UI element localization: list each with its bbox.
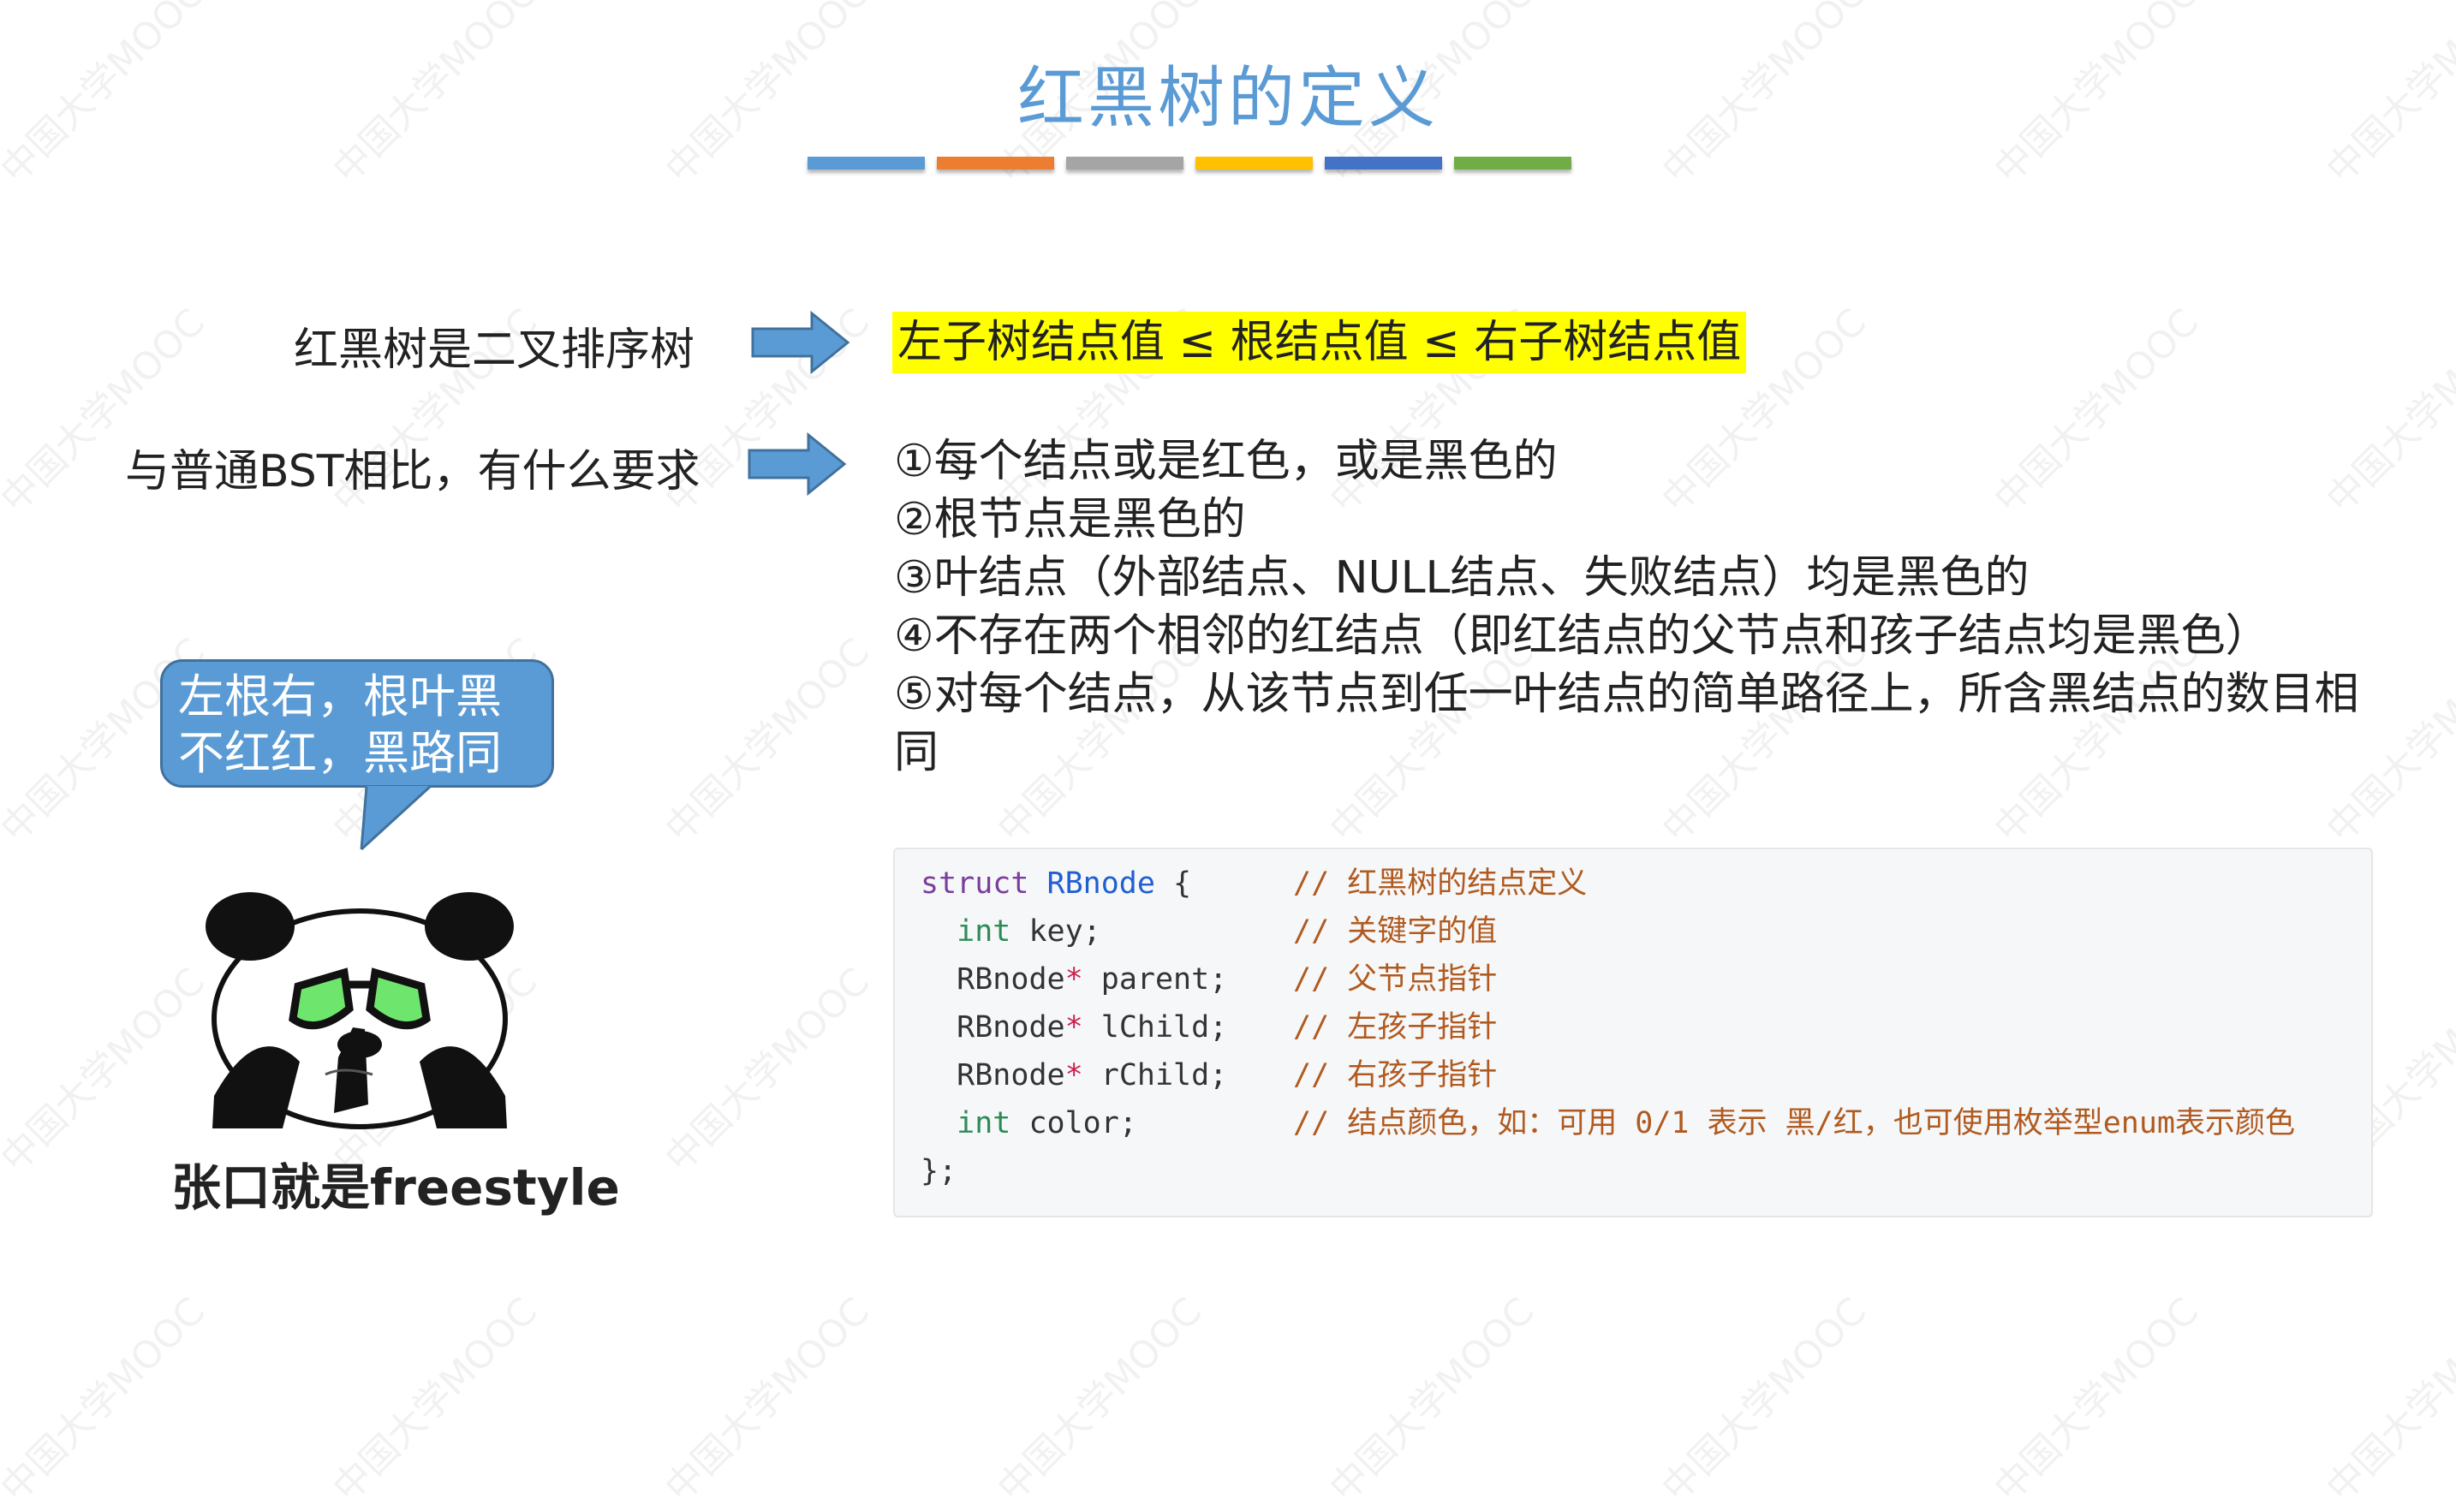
bst-label: 红黑树是二叉排序树 bbox=[294, 324, 695, 376]
bubble-tail bbox=[360, 786, 432, 851]
panda-meme-image bbox=[206, 892, 514, 1129]
watermark-text: 中国大学MOOC bbox=[1321, 1289, 1543, 1511]
code-identifier: key; bbox=[1010, 914, 1101, 949]
code-line: int color; // 结点颜色，如：可用 0/1 表示 黑/红，也可使用枚举… bbox=[921, 1099, 2346, 1147]
code-identifier: color; bbox=[1010, 1106, 1137, 1140]
code-identifier: parent; bbox=[1082, 962, 1228, 997]
requirements-label: 与普通BST相比，有什么要求 bbox=[125, 446, 700, 497]
rule-item: ④不存在两个相邻的红结点（即红结点的父节点和孩子结点均是黑色） bbox=[894, 610, 2270, 662]
rule-item: ③叶结点（外部结点、NULL结点、失败结点）均是黑色的 bbox=[894, 552, 2030, 604]
code-line: int key; // 关键字的值 bbox=[921, 908, 2346, 955]
code-comment: // 右孩子指针 bbox=[1293, 1058, 1498, 1092]
code-identifier: rChild; bbox=[1082, 1058, 1228, 1092]
code-struct-name: RBnode bbox=[1046, 866, 1155, 901]
rule-item: ⑤对每个结点，从该节点到任一叶结点的简单路径上，所含黑结点的数目相同 bbox=[894, 669, 2359, 778]
code-type: RBnode bbox=[957, 1010, 1065, 1045]
accent-bar bbox=[1454, 157, 1571, 170]
code-line: }; bbox=[921, 1147, 2346, 1195]
speech-bubble: 左根右，根叶黑 不红红，黑路同 bbox=[160, 659, 554, 788]
watermark-text: 中国大学MOOC bbox=[325, 1289, 546, 1511]
accent-bar bbox=[1325, 157, 1442, 170]
watermark-text: 中国大学MOOC bbox=[1986, 1289, 2208, 1511]
accent-bar bbox=[1195, 157, 1313, 170]
watermark-text: 中国大学MOOC bbox=[657, 630, 879, 852]
right-arrow-icon bbox=[748, 432, 847, 497]
accent-bar bbox=[937, 157, 1054, 170]
code-brace: { bbox=[1154, 866, 1192, 901]
code-pointer: * bbox=[1064, 962, 1083, 997]
code-line: RBnode* parent; // 父节点指针 bbox=[921, 955, 2346, 1003]
code-type: int bbox=[957, 1106, 1011, 1140]
code-brace: }; bbox=[921, 1154, 957, 1188]
code-pointer: * bbox=[1064, 1058, 1083, 1092]
code-comment: // 红黑树的结点定义 bbox=[1293, 866, 1588, 901]
watermark-text: 中国大学MOOC bbox=[2318, 1289, 2456, 1511]
code-line: struct RBnode { // 红黑树的结点定义 bbox=[921, 860, 2346, 908]
bubble-line: 左根右，根叶黑 bbox=[178, 670, 502, 723]
code-type: RBnode bbox=[957, 962, 1065, 997]
accent-bars bbox=[808, 157, 1571, 170]
watermark-text: 中国大学MOOC bbox=[1654, 1289, 1875, 1511]
rule-item: ②根节点是黑色的 bbox=[894, 494, 1246, 545]
code-type: int bbox=[957, 914, 1011, 949]
accent-bar bbox=[1066, 157, 1183, 170]
code-comment: // 关键字的值 bbox=[1293, 914, 1498, 949]
right-arrow-icon bbox=[751, 310, 850, 375]
watermark-text: 中国大学MOOC bbox=[0, 1289, 214, 1511]
bst-property-highlight: 左子树结点值 ≤ 根结点值 ≤ 右子树结点值 bbox=[892, 312, 1747, 373]
code-type: RBnode bbox=[957, 1058, 1065, 1092]
page-title: 红黑树的定义 bbox=[1016, 60, 1439, 137]
code-identifier: lChild; bbox=[1082, 1010, 1228, 1045]
rule-item: ①每个结点或是红色，或是黑色的 bbox=[894, 436, 1558, 487]
code-comment: // 父节点指针 bbox=[1293, 962, 1498, 997]
accent-bar bbox=[808, 157, 925, 170]
code-line: RBnode* rChild; // 右孩子指针 bbox=[921, 1051, 2346, 1099]
code-comment: // 左孩子指针 bbox=[1293, 1010, 1498, 1045]
rules-list: ①每个结点或是红色，或是黑色的 ②根节点是黑色的 ③叶结点（外部结点、NULL结… bbox=[894, 432, 2384, 782]
code-line: RBnode* lChild; // 左孩子指针 bbox=[921, 1003, 2346, 1051]
meme-caption: 张口就是freestyle bbox=[171, 1158, 620, 1217]
code-pointer: * bbox=[1064, 1010, 1083, 1045]
code-keyword: struct bbox=[921, 866, 1029, 901]
watermark-text: 中国大学MOOC bbox=[657, 1289, 879, 1511]
code-comment: // 结点颜色，如：可用 0/1 表示 黑/红，也可使用枚举型enum表示颜色 bbox=[1293, 1106, 2296, 1140]
watermark-text: 中国大学MOOC bbox=[657, 960, 879, 1182]
watermark-text: 中国大学MOOC bbox=[989, 1289, 1211, 1511]
code-block: struct RBnode { // 红黑树的结点定义 int key; // 关键… bbox=[893, 848, 2373, 1217]
bubble-line: 不红红，黑路同 bbox=[178, 726, 502, 780]
